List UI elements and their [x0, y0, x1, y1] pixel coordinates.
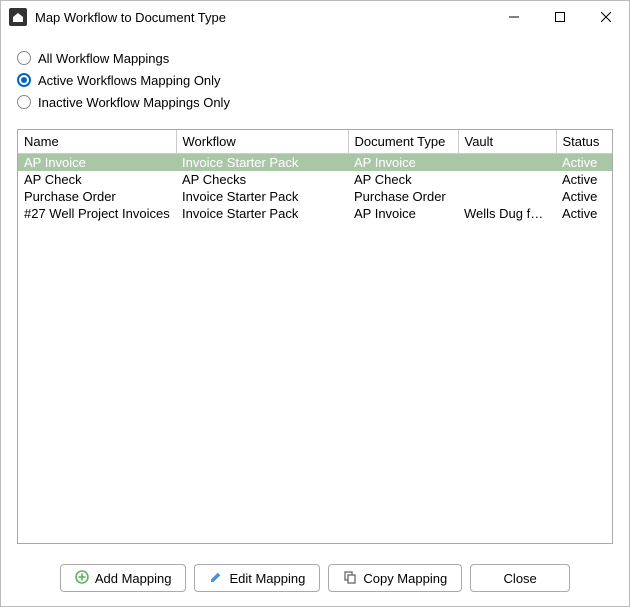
- radio-label: Active Workflows Mapping Only: [38, 73, 221, 88]
- radio-active-only[interactable]: Active Workflows Mapping Only: [17, 69, 613, 91]
- cell-workflow: Invoice Starter Pack: [176, 205, 348, 222]
- maximize-button[interactable]: [537, 1, 583, 33]
- cell-vault: [458, 188, 556, 205]
- table-row[interactable]: AP InvoiceInvoice Starter PackAP Invoice…: [18, 154, 612, 172]
- col-header-vault[interactable]: Vault: [458, 130, 556, 154]
- col-header-status[interactable]: Status: [556, 130, 612, 154]
- cell-status: Active: [556, 188, 612, 205]
- cell-workflow: AP Checks: [176, 171, 348, 188]
- radio-inactive-only[interactable]: Inactive Workflow Mappings Only: [17, 91, 613, 113]
- table-header-row: Name Workflow Document Type Vault Status: [18, 130, 612, 154]
- radio-icon: [17, 95, 31, 109]
- cell-vault: [458, 171, 556, 188]
- cell-doctype: AP Invoice: [348, 154, 458, 172]
- col-header-doctype[interactable]: Document Type: [348, 130, 458, 154]
- cell-status: Active: [556, 205, 612, 222]
- minimize-button[interactable]: [491, 1, 537, 33]
- radio-all-mappings[interactable]: All Workflow Mappings: [17, 47, 613, 69]
- button-bar: Add Mapping Edit Mapping Copy Mapping Cl…: [1, 556, 629, 606]
- window-title: Map Workflow to Document Type: [35, 10, 226, 25]
- cell-name: #27 Well Project Invoices: [18, 205, 176, 222]
- radio-label: Inactive Workflow Mappings Only: [38, 95, 230, 110]
- radio-icon: [17, 51, 31, 65]
- cell-name: Purchase Order: [18, 188, 176, 205]
- mappings-table[interactable]: Name Workflow Document Type Vault Status…: [18, 130, 612, 222]
- radio-icon: [17, 73, 31, 87]
- table-row[interactable]: Purchase OrderInvoice Starter PackPurcha…: [18, 188, 612, 205]
- close-button[interactable]: Close: [470, 564, 570, 592]
- add-mapping-button[interactable]: Add Mapping: [60, 564, 187, 592]
- radio-label: All Workflow Mappings: [38, 51, 169, 66]
- close-window-button[interactable]: [583, 1, 629, 33]
- table-body: AP InvoiceInvoice Starter PackAP Invoice…: [18, 154, 612, 223]
- copy-mapping-button[interactable]: Copy Mapping: [328, 564, 462, 592]
- cell-status: Active: [556, 171, 612, 188]
- cell-doctype: AP Invoice: [348, 205, 458, 222]
- table-row[interactable]: #27 Well Project InvoicesInvoice Starter…: [18, 205, 612, 222]
- cell-vault: Wells Dug for ...: [458, 205, 556, 222]
- copy-icon: [343, 570, 357, 587]
- button-label: Close: [504, 571, 537, 586]
- cell-doctype: AP Check: [348, 171, 458, 188]
- cell-name: AP Invoice: [18, 154, 176, 172]
- cell-doctype: Purchase Order: [348, 188, 458, 205]
- mappings-table-container: Name Workflow Document Type Vault Status…: [17, 129, 613, 544]
- button-label: Add Mapping: [95, 571, 172, 586]
- col-header-workflow[interactable]: Workflow: [176, 130, 348, 154]
- button-label: Edit Mapping: [229, 571, 305, 586]
- col-header-name[interactable]: Name: [18, 130, 176, 154]
- cell-status: Active: [556, 154, 612, 172]
- title-bar: Map Workflow to Document Type: [1, 1, 629, 33]
- cell-name: AP Check: [18, 171, 176, 188]
- pencil-icon: [209, 570, 223, 587]
- edit-mapping-button[interactable]: Edit Mapping: [194, 564, 320, 592]
- button-label: Copy Mapping: [363, 571, 447, 586]
- app-icon: [9, 8, 27, 26]
- cell-workflow: Invoice Starter Pack: [176, 188, 348, 205]
- cell-workflow: Invoice Starter Pack: [176, 154, 348, 172]
- filter-radio-group: All Workflow Mappings Active Workflows M…: [1, 33, 629, 121]
- cell-vault: [458, 154, 556, 172]
- table-row[interactable]: AP CheckAP ChecksAP Check Active: [18, 171, 612, 188]
- plus-circle-icon: [75, 570, 89, 587]
